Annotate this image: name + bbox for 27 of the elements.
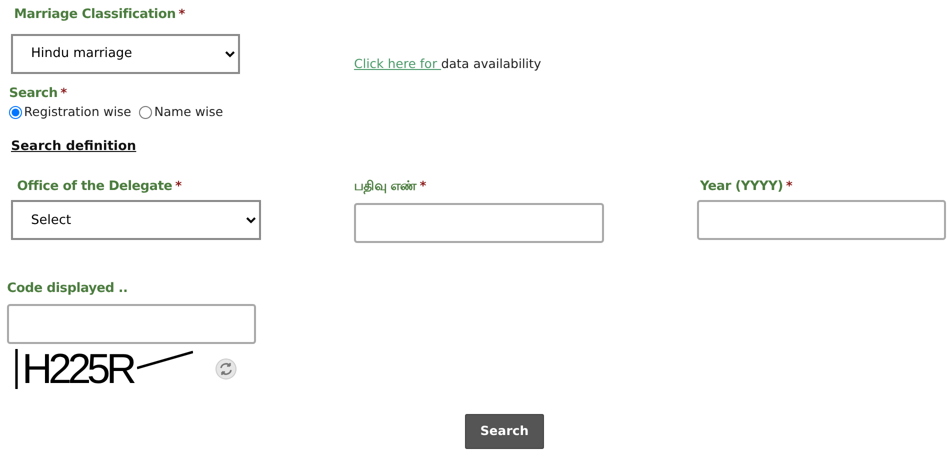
refresh-icon[interactable] — [215, 358, 237, 380]
captcha-code: H225R — [22, 348, 133, 390]
classification-select[interactable]: Hindu marriage — [11, 34, 240, 74]
required-mark: * — [178, 6, 186, 21]
radio-label[interactable]: Registration wise — [24, 103, 132, 122]
radio-button[interactable] — [139, 106, 152, 120]
text-field[interactable] — [697, 200, 946, 240]
field-label: Code displayed .. — [7, 281, 128, 296]
required-mark: * — [60, 84, 68, 100]
availability-note: Click here for data availability — [354, 56, 542, 71]
text-field[interactable] — [354, 203, 604, 243]
field-label: Office of the Delegate — [17, 178, 172, 194]
captcha-mark — [15, 348, 18, 388]
section-heading: Search definition — [11, 138, 138, 156]
field-label: Year (YYYY) — [700, 178, 783, 194]
search-button[interactable]: Search — [465, 414, 544, 448]
field-label: Search — [9, 86, 58, 101]
field-label: பதிவு எண் — [354, 178, 417, 194]
office-select[interactable]: Select — [11, 200, 261, 240]
required-mark: * — [420, 178, 426, 192]
field-label: Marriage Classification — [14, 7, 176, 22]
radio-label[interactable]: Name wise — [154, 103, 224, 122]
captcha-field[interactable] — [7, 304, 256, 344]
captcha-strike-line — [136, 350, 193, 370]
radio-button[interactable] — [9, 106, 22, 120]
required-mark: * — [175, 178, 182, 192]
required-mark: * — [786, 178, 793, 192]
